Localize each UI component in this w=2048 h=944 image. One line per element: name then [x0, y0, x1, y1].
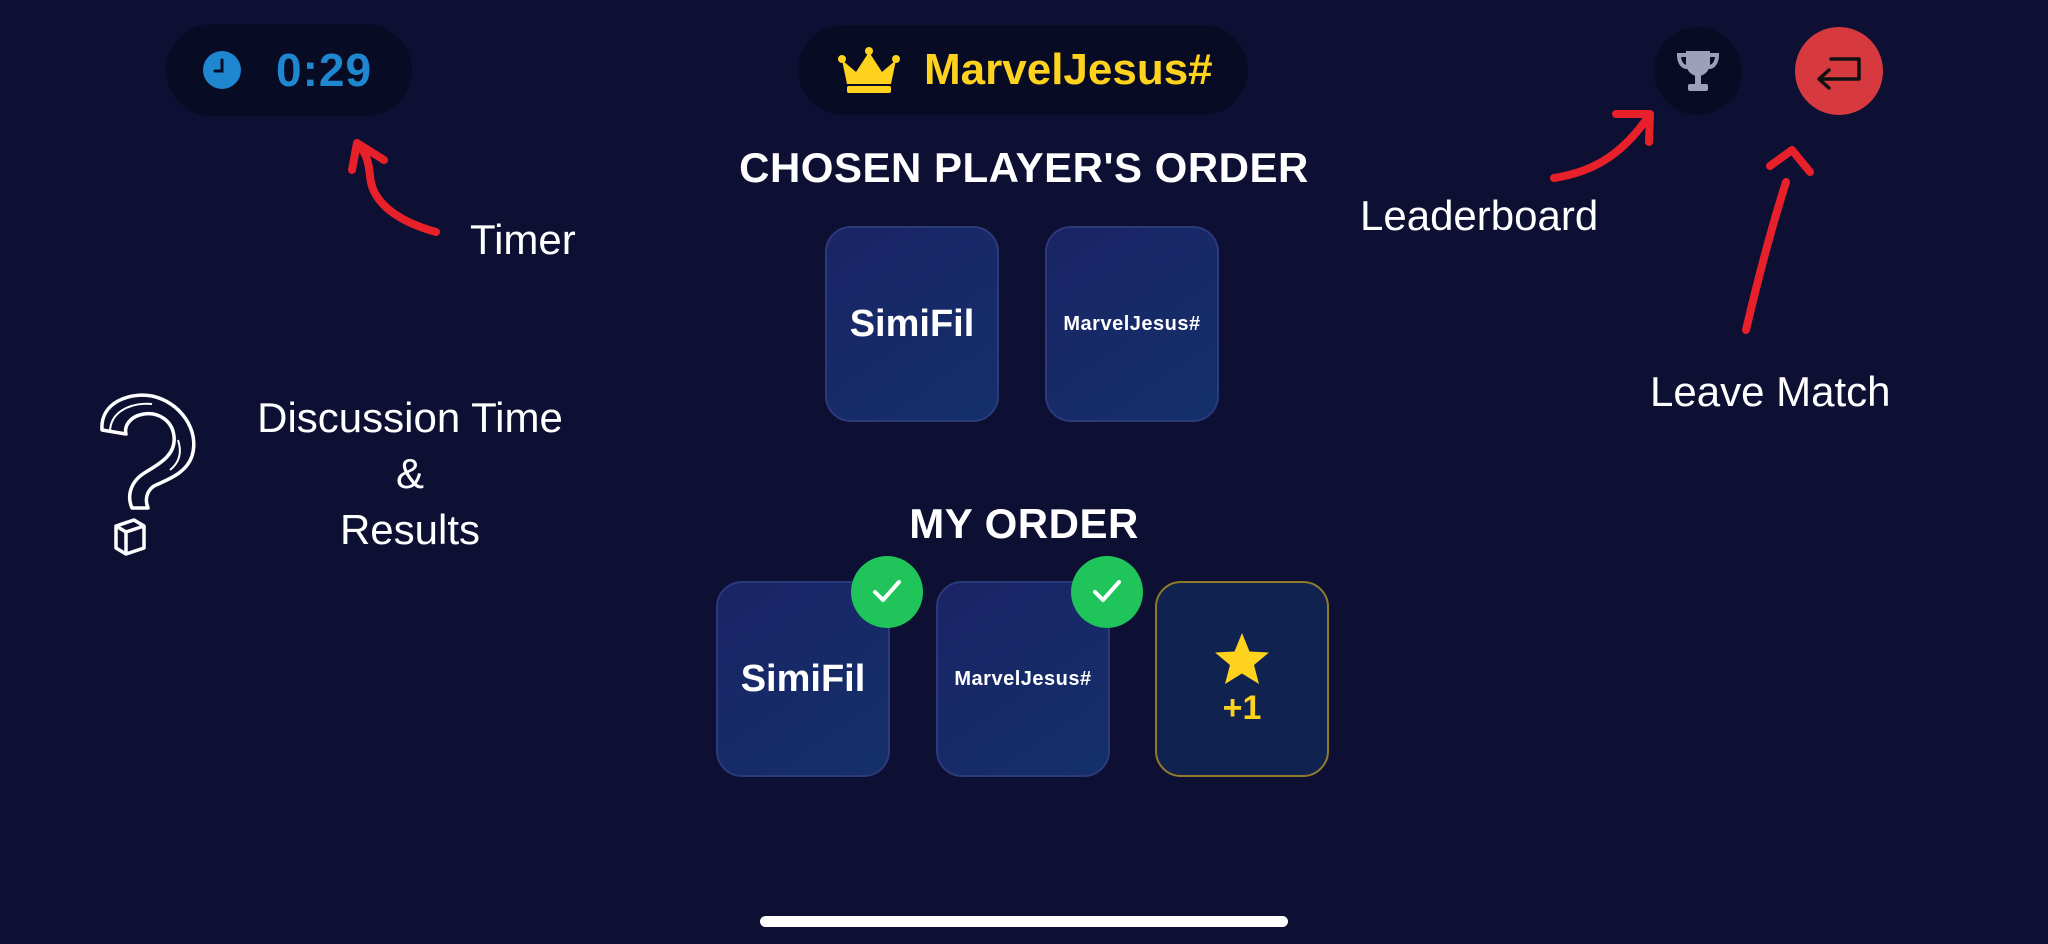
timer-annotation: Timer [470, 216, 576, 263]
star-icon [1215, 632, 1269, 684]
discussion-line: & [395, 450, 424, 497]
current-player-name: MarvelJesus# [924, 45, 1213, 94]
leaderboard-arrow [1550, 116, 1650, 182]
leave-match-annotation: Leave Match [1650, 368, 1891, 415]
leave-arrow [1742, 178, 1790, 334]
correct-badge [1071, 556, 1143, 628]
checkmark-icon [873, 580, 901, 602]
discussion-line: Discussion Time [257, 394, 563, 441]
current-player-pill: MarvelJesus# [798, 25, 1248, 115]
chosen-order-title: CHOSEN PLAYER'S ORDER [739, 144, 1309, 191]
discussion-annotation: Discussion Time & Results [230, 390, 590, 558]
home-indicator [760, 916, 1288, 927]
timer-value: 0:29 [276, 44, 373, 96]
crown-icon [838, 47, 900, 93]
chosen-order-card: SimiFil [825, 226, 999, 422]
question-mark-sketch-icon [100, 393, 196, 556]
bonus-points-card: +1 [1155, 581, 1329, 777]
leaderboard-arrowhead [1612, 110, 1654, 146]
leave-arrowhead [1766, 146, 1814, 176]
leave-match-button[interactable] [1795, 27, 1883, 115]
trophy-icon [1676, 51, 1720, 91]
timer-pill: 0:29 [166, 24, 412, 116]
bonus-points-value: +1 [1222, 688, 1262, 727]
discussion-line: Results [339, 506, 481, 553]
timer-arrowhead [348, 139, 388, 174]
chosen-order-card: MarvelJesus# [1045, 226, 1219, 422]
leaderboard-button[interactable] [1654, 27, 1742, 115]
my-order-title: MY ORDER [909, 500, 1139, 547]
checkmark-icon [1093, 580, 1121, 602]
correct-badge [851, 556, 923, 628]
exit-arrow-icon [1817, 57, 1861, 90]
timer-arrow [356, 142, 440, 236]
leaderboard-annotation: Leaderboard [1360, 192, 1599, 239]
clock-icon [203, 51, 241, 89]
